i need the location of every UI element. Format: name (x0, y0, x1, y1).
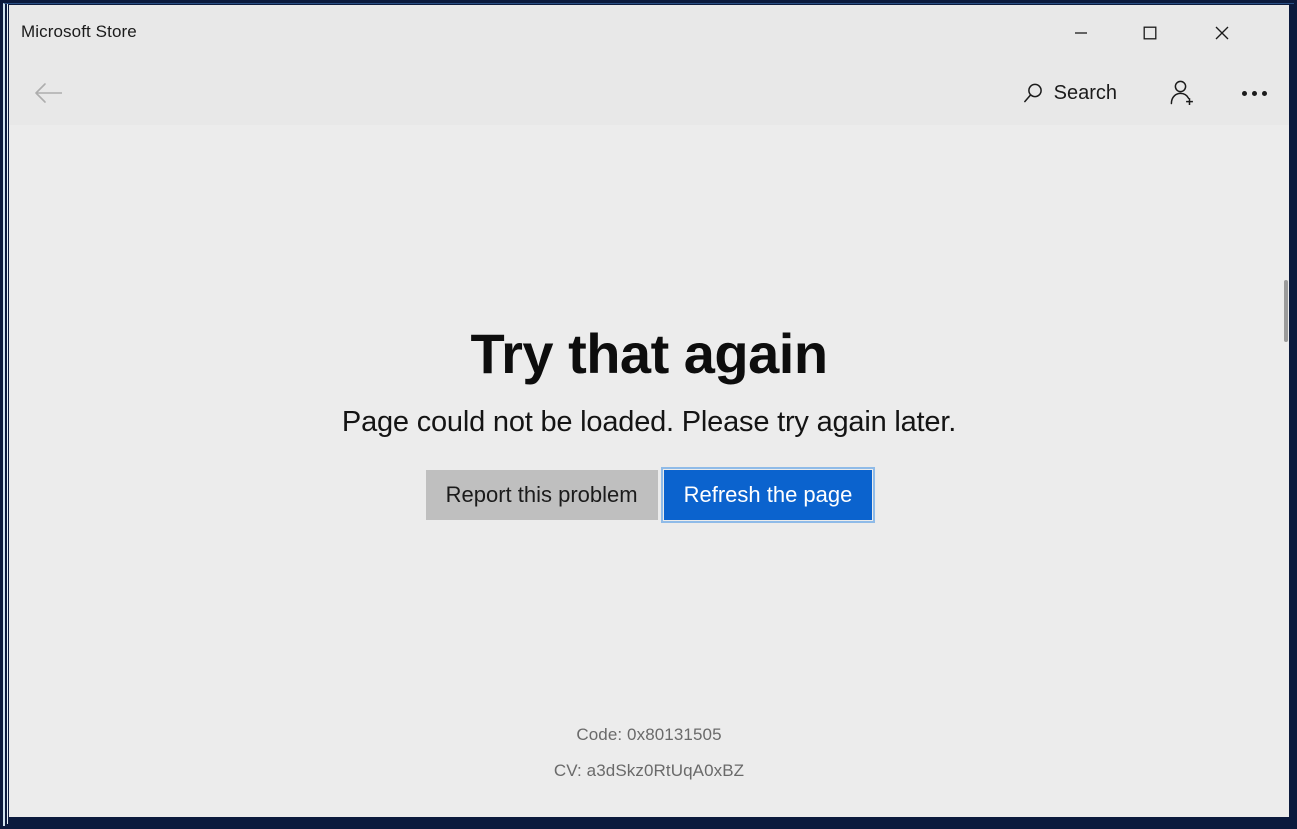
maximize-icon (1143, 26, 1157, 40)
minimize-icon (1075, 32, 1087, 34)
search-button[interactable]: Search (1017, 71, 1123, 115)
more-options-button[interactable] (1231, 71, 1277, 115)
person-add-icon (1170, 80, 1193, 105)
error-title: Try that again (470, 322, 828, 385)
window-frame: Microsoft Store Search Try that again Pa… (0, 0, 1297, 829)
error-code-text: Code: 0x80131505 (576, 725, 722, 744)
account-button[interactable] (1159, 71, 1205, 115)
error-cv-text: CV: a3dSkz0RtUqA0xBZ (553, 761, 745, 780)
maximize-button[interactable] (1127, 17, 1173, 49)
command-bar: Search (9, 61, 1289, 125)
close-button[interactable] (1199, 17, 1245, 49)
ellipsis-icon-dot-1 (1241, 90, 1247, 96)
scrollbar-thumb[interactable] (1284, 280, 1288, 342)
ellipsis-icon-dot-2 (1251, 90, 1257, 96)
close-icon (1215, 26, 1229, 40)
search-label: Search (1053, 81, 1117, 104)
error-code-block: Code: 0x80131505 CV: a3dSkz0RtUqA0xBZ (9, 725, 1289, 781)
report-this-problem-button[interactable]: Report this problem (425, 469, 658, 520)
back-button[interactable] (25, 73, 73, 113)
error-action-buttons: Report this problem Refresh the page (9, 466, 1289, 523)
back-arrow-icon (35, 83, 62, 103)
microsoft-store-app: Microsoft Store Search Try that again Pa… (9, 5, 1289, 817)
search-icon (1023, 83, 1042, 103)
window-title: Microsoft Store (21, 22, 137, 41)
minimize-button[interactable] (1058, 17, 1104, 49)
error-message: Page could not be loaded. Please try aga… (341, 405, 957, 438)
ellipsis-icon-dot-3 (1261, 90, 1267, 96)
error-block: Try that again Page could not be loaded.… (9, 125, 1289, 523)
page-content: Try that again Page could not be loaded.… (9, 125, 1289, 817)
refresh-the-page-button[interactable]: Refresh the page (660, 466, 876, 523)
title-bar: Microsoft Store (9, 5, 1289, 61)
vertical-scrollbar[interactable] (1283, 245, 1289, 817)
